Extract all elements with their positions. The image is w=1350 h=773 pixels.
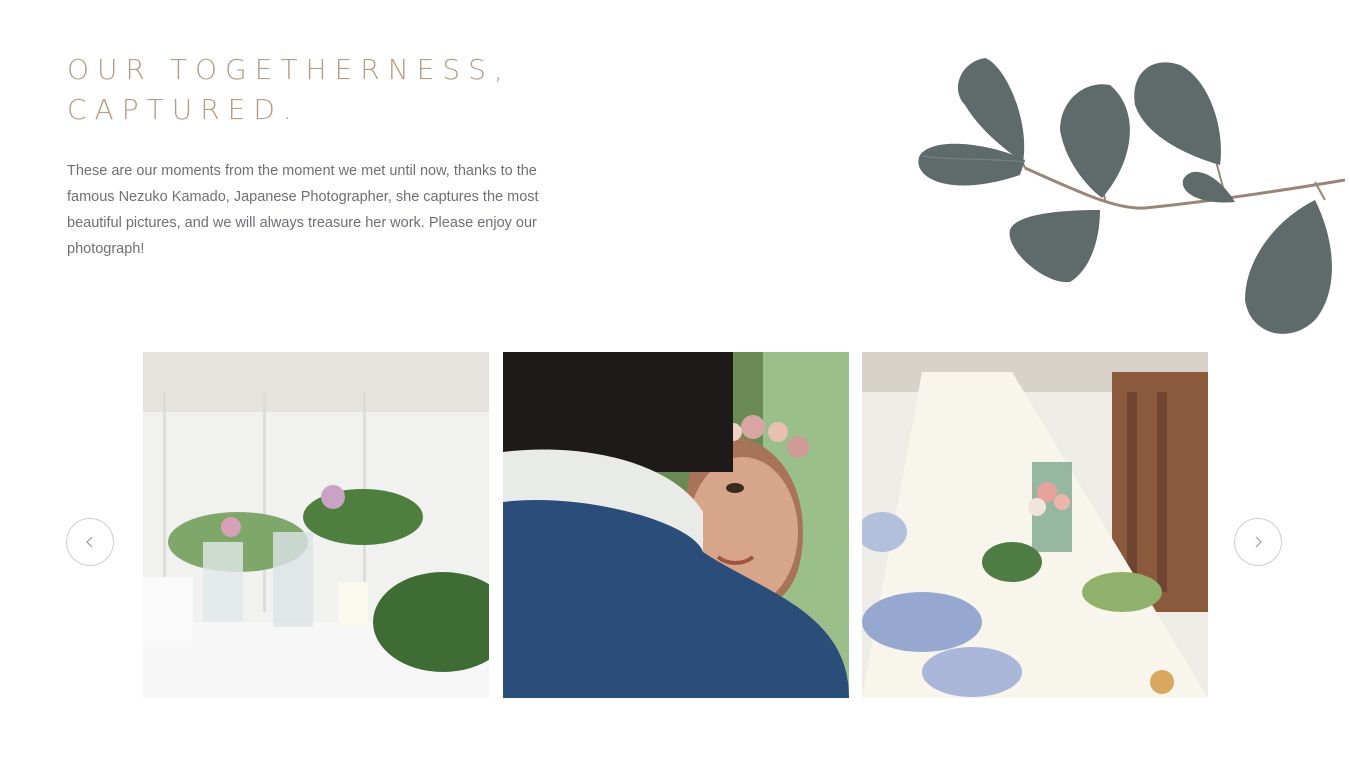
photo-bride-portrait[interactable] — [503, 352, 849, 698]
section-title-line2: CAPTURED. — [67, 93, 300, 126]
section-title: OUR TOGETHERNESS, CAPTURED. — [67, 50, 511, 130]
chevron-left-icon — [86, 536, 93, 548]
banquet-table-image — [862, 352, 1208, 698]
section-description: These are our moments from the moment we… — [67, 163, 539, 257]
photo-wedding-table[interactable] — [143, 352, 489, 698]
carousel-next-button[interactable] — [1234, 518, 1282, 566]
photo-carousel — [143, 352, 1209, 698]
carousel-prev-button[interactable] — [66, 518, 114, 566]
leaf-branch-decoration — [918, 58, 1346, 334]
bride-portrait-image — [503, 352, 849, 698]
section-title-line1: OUR TOGETHERNESS, — [67, 53, 511, 86]
chevron-right-icon — [1255, 536, 1262, 548]
photo-banquet-table[interactable] — [862, 352, 1208, 698]
wedding-table-image — [143, 352, 489, 698]
